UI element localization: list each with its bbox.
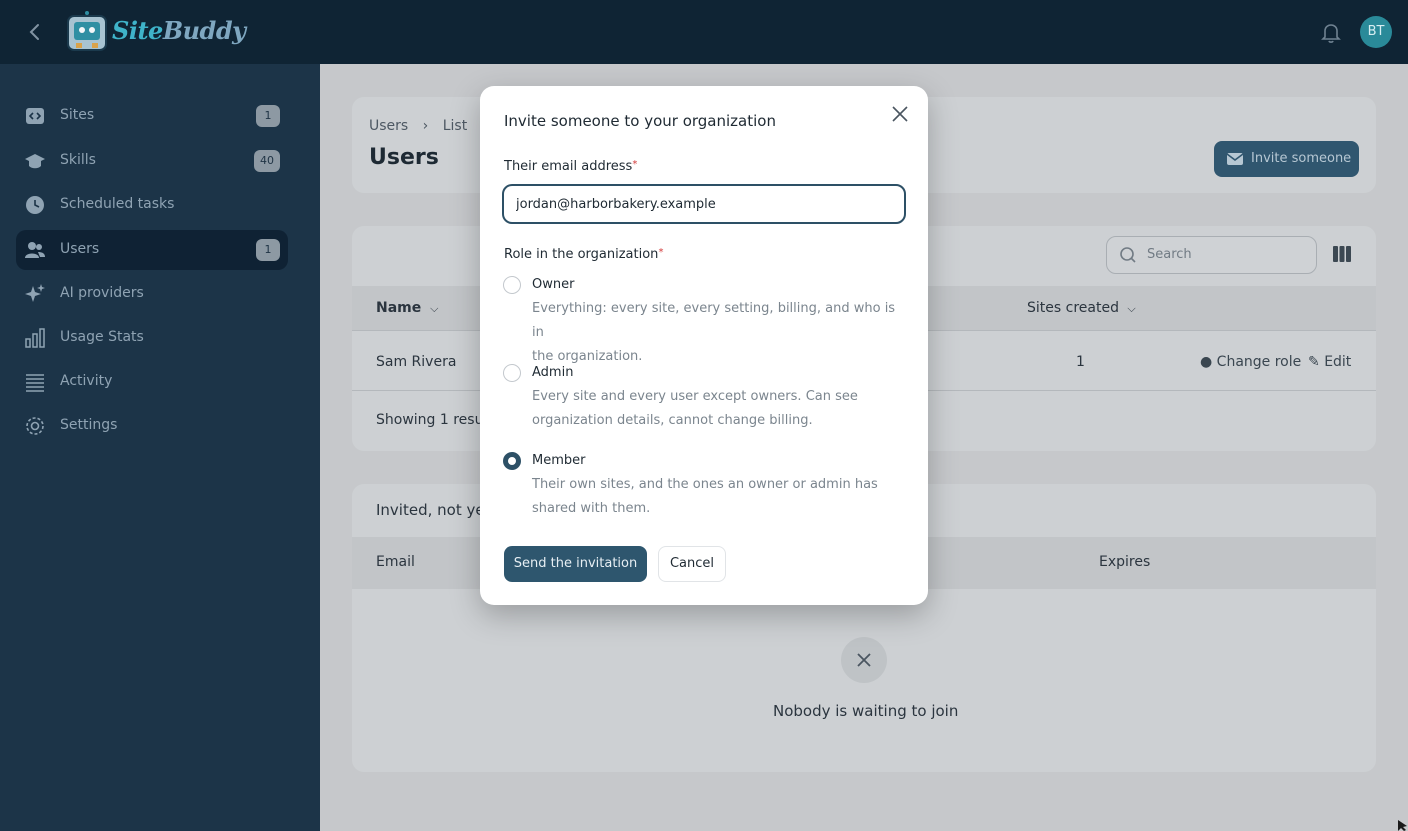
sites-created-cell: 1 bbox=[1076, 354, 1085, 370]
sidebar-item-usage-stats[interactable]: Usage Stats bbox=[16, 318, 288, 358]
close-icon[interactable] bbox=[890, 104, 910, 124]
search-icon bbox=[1120, 247, 1136, 263]
sidebar-item-label: AI providers bbox=[60, 285, 144, 301]
change-role-link[interactable]: ● Change role bbox=[1200, 354, 1301, 370]
sidebar-item-sites[interactable]: Sites 1 bbox=[16, 96, 288, 136]
empty-state-text: Nobody is waiting to join bbox=[773, 702, 959, 720]
radio-owner[interactable] bbox=[503, 276, 521, 294]
sparkles-icon bbox=[25, 284, 45, 302]
search-input[interactable]: Search bbox=[1106, 236, 1317, 274]
top-bar: SiteBuddy BT bbox=[0, 0, 1408, 64]
users-icon bbox=[25, 242, 45, 258]
count-badge: 1 bbox=[256, 239, 280, 261]
sidebar-item-ai-providers[interactable]: AI providers bbox=[16, 274, 288, 314]
chevron-down-icon: ⌵ bbox=[430, 302, 439, 315]
required-mark: * bbox=[632, 159, 638, 170]
sidebar-item-label: Sites bbox=[60, 107, 95, 123]
chevron-down-icon: ⌵ bbox=[1127, 302, 1136, 315]
empty-state-icon-circle bbox=[841, 637, 887, 683]
modal-title: Invite someone to your organization bbox=[504, 112, 776, 130]
breadcrumb-list[interactable]: List bbox=[443, 118, 467, 134]
sidebar-item-activity[interactable]: Activity bbox=[16, 362, 288, 402]
sidebar-item-users[interactable]: Users 1 bbox=[16, 230, 288, 270]
mouse-cursor-icon bbox=[1398, 820, 1407, 831]
sidebar-item-settings[interactable]: Settings bbox=[16, 406, 288, 446]
page-title: Users bbox=[369, 145, 439, 170]
graduation-cap-icon bbox=[25, 154, 45, 169]
bell-icon[interactable] bbox=[1320, 20, 1342, 44]
invite-modal: Invite someone to your organization Thei… bbox=[480, 86, 928, 605]
sidebar-item-label: Usage Stats bbox=[60, 329, 144, 345]
columns-icon[interactable] bbox=[1333, 246, 1351, 262]
role-admin-description: Every site and every user except owners.… bbox=[532, 389, 858, 428]
invite-someone-label: Invite someone bbox=[1251, 151, 1352, 166]
back-icon[interactable] bbox=[24, 20, 46, 44]
email-label: Their email address* bbox=[504, 159, 638, 174]
radio-admin[interactable] bbox=[503, 364, 521, 382]
edit-icon: ✎ bbox=[1308, 354, 1320, 370]
invite-someone-button[interactable]: Invite someone bbox=[1214, 141, 1359, 177]
x-icon bbox=[857, 653, 871, 667]
user-circle-icon: ● bbox=[1200, 354, 1213, 370]
edit-link[interactable]: ✎ Edit bbox=[1308, 354, 1351, 370]
sidebar-item-label: Activity bbox=[60, 373, 113, 389]
count-badge: 40 bbox=[254, 150, 280, 172]
table-footer: Showing 1 resul bbox=[376, 412, 488, 428]
sidebar-item-label: Skills bbox=[60, 152, 96, 168]
role-owner-title[interactable]: Owner bbox=[532, 277, 574, 292]
sidebar-item-scheduled-tasks[interactable]: Scheduled tasks bbox=[16, 185, 288, 225]
code-icon bbox=[26, 108, 44, 124]
clock-icon bbox=[26, 196, 44, 214]
breadcrumb-separator-icon: › bbox=[422, 118, 429, 134]
role-owner-description: Everything: every site, every setting, b… bbox=[532, 301, 896, 364]
sidebar-item-skills[interactable]: Skills 40 bbox=[16, 141, 288, 181]
user-name-cell: Sam Rivera bbox=[376, 354, 457, 370]
column-expires: Expires bbox=[1099, 554, 1151, 570]
column-sites-created[interactable]: Sites created ⌵ bbox=[1027, 300, 1136, 316]
bar-chart-icon bbox=[25, 328, 45, 348]
send-invitation-button[interactable]: Send the invitation bbox=[504, 546, 647, 582]
role-admin-title[interactable]: Admin bbox=[532, 365, 573, 380]
cancel-button[interactable]: Cancel bbox=[658, 546, 726, 582]
breadcrumb: Users › List bbox=[369, 118, 467, 134]
logo-text: SiteBuddy bbox=[112, 16, 246, 45]
column-email: Email bbox=[376, 554, 415, 570]
role-member-title[interactable]: Member bbox=[532, 453, 585, 468]
role-label: Role in the organization* bbox=[504, 247, 664, 262]
list-icon bbox=[26, 374, 44, 392]
gear-icon bbox=[26, 417, 44, 435]
invited-title: Invited, not ye bbox=[376, 501, 485, 519]
role-member-description: Their own sites, and the ones an owner o… bbox=[532, 477, 878, 516]
sidebar-item-label: Users bbox=[60, 241, 100, 257]
count-badge: 1 bbox=[256, 105, 280, 127]
radio-member[interactable] bbox=[503, 452, 521, 470]
breadcrumb-users[interactable]: Users bbox=[369, 118, 408, 134]
search-placeholder: Search bbox=[1147, 247, 1192, 262]
required-mark: * bbox=[658, 247, 664, 258]
avatar[interactable]: BT bbox=[1360, 16, 1392, 48]
email-field[interactable] bbox=[502, 184, 906, 224]
envelope-icon bbox=[1226, 153, 1244, 165]
sidebar-item-label: Settings bbox=[60, 417, 118, 433]
column-name[interactable]: Name ⌵ bbox=[376, 300, 438, 316]
sidebar-item-label: Scheduled tasks bbox=[60, 196, 175, 212]
